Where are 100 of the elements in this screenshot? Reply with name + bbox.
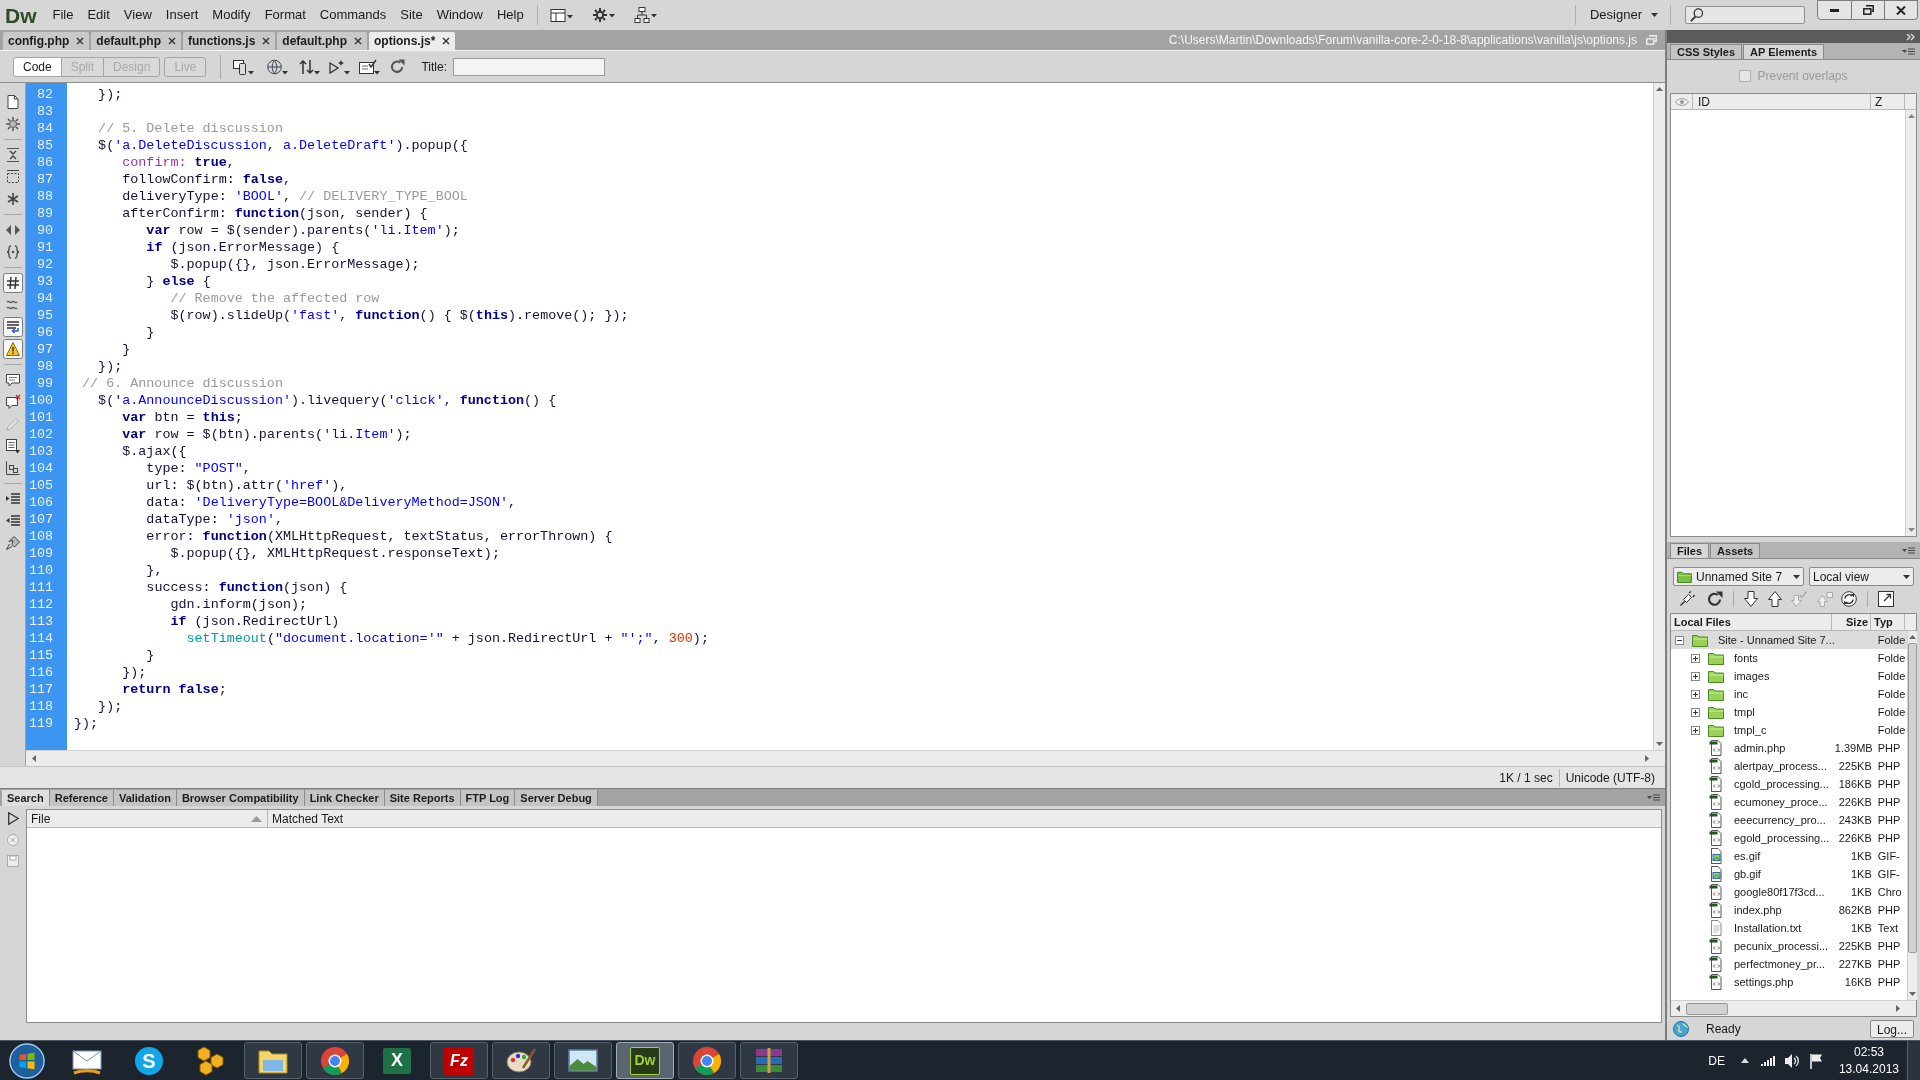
workspace-switcher[interactable]: Designer <box>1585 4 1662 26</box>
horizontal-scrollbar[interactable] <box>1671 1000 1916 1016</box>
dashed-box-icon[interactable] <box>4 169 21 185</box>
plus-box-icon[interactable] <box>1691 671 1700 681</box>
sync-arrows-icon[interactable] <box>1841 591 1857 607</box>
close-icon[interactable] <box>76 37 85 45</box>
file-name[interactable]: tmpl <box>1734 703 1755 721</box>
scrollbar-thumb[interactable] <box>1907 643 1917 953</box>
panel-menu-icon[interactable] <box>1902 47 1915 55</box>
file-name[interactable]: alertpay_process... <box>1734 757 1827 775</box>
panel-tab[interactable]: Link Checker <box>304 790 385 806</box>
taskbar-button[interactable] <box>492 1042 550 1079</box>
layout-icon[interactable] <box>549 7 574 23</box>
document-tab[interactable]: config.php <box>3 32 90 50</box>
menu-item[interactable]: Modify <box>205 5 258 25</box>
panel-menu-icon[interactable] <box>1647 794 1660 801</box>
vertical-scrollbar[interactable] <box>1906 631 1917 1000</box>
taskbar-button[interactable] <box>554 1042 612 1079</box>
speech-bubble-icon[interactable] <box>4 372 21 388</box>
close-icon[interactable] <box>262 37 271 45</box>
close-button[interactable] <box>1885 0 1918 20</box>
gear-icon[interactable] <box>591 7 616 23</box>
title-field[interactable] <box>452 57 605 76</box>
taskbar-button[interactable] <box>306 1042 364 1079</box>
up-triangle-icon[interactable] <box>1740 1058 1749 1063</box>
file-name[interactable]: cgold_processing... <box>1734 775 1829 793</box>
play-icon[interactable] <box>7 812 19 825</box>
file-name[interactable]: index.php <box>1734 901 1782 919</box>
menu-item[interactable]: Help <box>489 5 531 25</box>
menu-item[interactable]: File <box>45 5 81 25</box>
panel-tab[interactable]: Site Reports <box>384 790 461 806</box>
refresh-icon[interactable] <box>390 59 406 74</box>
signal-bars-icon[interactable] <box>1760 1055 1775 1066</box>
devices-icon[interactable] <box>233 58 256 75</box>
checklist-icon[interactable] <box>359 58 382 75</box>
file-name[interactable]: tmpl_c <box>1734 721 1767 739</box>
warning-icon[interactable] <box>2 339 23 359</box>
search-field[interactable] <box>1685 6 1805 24</box>
collapse-arrows-icon[interactable] <box>4 147 21 163</box>
gear-icon[interactable] <box>4 116 21 132</box>
flag-icon[interactable] <box>1808 1052 1823 1069</box>
panel-tab[interactable]: Server Debug <box>515 790 598 806</box>
document-tab[interactable]: default.php <box>91 32 181 50</box>
document-tab[interactable]: options.js* <box>369 32 456 50</box>
double-arrow-icon[interactable] <box>4 222 21 238</box>
refresh-icon[interactable] <box>1707 591 1723 607</box>
column-header[interactable]: Size <box>1846 613 1868 631</box>
column-header[interactable]: Matched Text <box>272 809 344 828</box>
column-header[interactable]: ID <box>1698 92 1710 111</box>
selected-row[interactable]: Site - Unnamed Site 7... Folde <box>1671 631 1907 649</box>
brush-icon[interactable] <box>4 535 21 551</box>
document-lines-icon[interactable] <box>4 438 21 454</box>
sitemap-icon[interactable] <box>633 7 658 23</box>
document-tab[interactable]: default.php <box>277 32 367 50</box>
plug-icon[interactable] <box>1679 591 1695 607</box>
restore-button[interactable] <box>1852 0 1885 20</box>
panel-tab[interactable]: CSS Styles <box>1670 44 1743 59</box>
file-name[interactable]: Installation.txt <box>1734 919 1802 937</box>
panel-tab[interactable]: Search <box>2 790 50 806</box>
menu-item[interactable]: Format <box>257 5 313 25</box>
taskbar-button[interactable] <box>678 1042 736 1079</box>
file-name[interactable]: eeecurrency_pro... <box>1734 811 1826 829</box>
file-name[interactable]: settings.php <box>1734 973 1794 991</box>
speech-bubble-x-icon[interactable] <box>4 394 21 410</box>
right-arrow-icon[interactable] <box>1896 1005 1900 1012</box>
file-name[interactable]: pecunix_processi... <box>1734 937 1829 955</box>
file-name[interactable]: Site - Unnamed Site 7... <box>1718 631 1835 649</box>
plus-box-icon[interactable] <box>1691 653 1700 663</box>
close-icon[interactable] <box>168 37 176 45</box>
file-name[interactable]: ecumoney_proce... <box>1734 793 1828 811</box>
plus-box-icon[interactable] <box>1691 725 1700 735</box>
file-name[interactable]: es.gif <box>1734 847 1761 865</box>
taskbar-button[interactable] <box>244 1042 302 1079</box>
up-down-arrows-icon[interactable] <box>299 58 322 75</box>
expand-window-icon[interactable] <box>1878 591 1894 607</box>
column-header[interactable]: Typ <box>1874 613 1893 631</box>
view-dropdown[interactable]: Local view <box>1809 567 1914 586</box>
file-name[interactable]: inc <box>1734 685 1749 703</box>
scrollbar-thumb[interactable] <box>1686 1002 1728 1015</box>
taskbar-button[interactable]: X <box>368 1042 426 1079</box>
taskbar-button[interactable]: Fz <box>430 1042 488 1079</box>
speaker-icon[interactable] <box>1783 1052 1800 1069</box>
file-name[interactable]: admin.php <box>1734 739 1786 757</box>
up-arrow-icon[interactable] <box>1768 591 1782 607</box>
panel-tab[interactable]: Reference <box>49 790 114 806</box>
panel-tab[interactable]: Browser Compatibility <box>176 790 305 806</box>
close-icon[interactable] <box>442 37 451 45</box>
encoding-label[interactable]: Unicode (UTF-8) <box>1559 768 1655 787</box>
down-arrow-check-icon[interactable] <box>1791 591 1807 607</box>
taskbar-button[interactable]: Dw <box>616 1042 674 1079</box>
clock-time[interactable]: 02:53 <box>1853 1043 1884 1061</box>
play-sparkle-icon[interactable] <box>329 58 352 75</box>
panel-tab[interactable]: AP Elements <box>1743 44 1825 59</box>
clock-date[interactable]: 13.04.2013 <box>1838 1060 1899 1078</box>
file-name[interactable]: gb.gif <box>1734 865 1761 883</box>
plus-box-icon[interactable] <box>1691 689 1700 699</box>
panel-tab[interactable]: Validation <box>113 790 177 806</box>
file-name[interactable]: images <box>1734 667 1770 685</box>
horizontal-scrollbar[interactable] <box>26 750 1665 766</box>
left-arrow-icon[interactable] <box>32 755 36 762</box>
